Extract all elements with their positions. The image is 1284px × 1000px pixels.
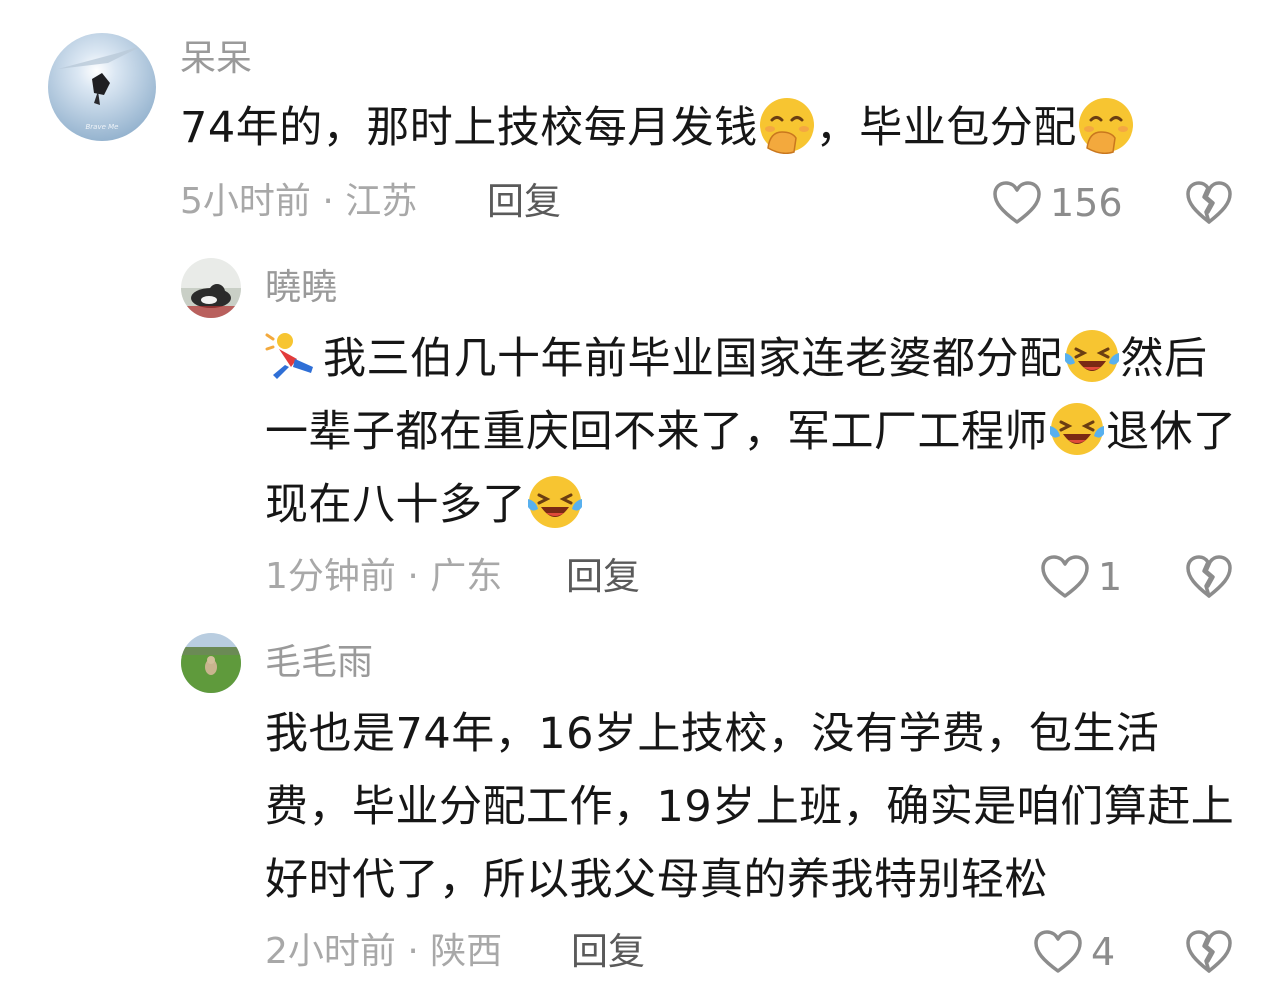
heart-outline-icon — [1034, 930, 1082, 973]
username[interactable]: 曉曉 — [265, 268, 337, 308]
comment-text-segment: ，毕业包分配 — [815, 103, 1077, 153]
comment-meta: 1分钟前 · 广东 — [265, 556, 503, 597]
avatar-dog-grass-photo — [181, 633, 241, 693]
like-count: 156 — [1050, 181, 1123, 225]
broken-heart-icon — [1186, 181, 1232, 224]
heart-outline-icon — [993, 181, 1041, 224]
covering-mouth-emoji — [758, 96, 816, 155]
like-count: 4 — [1091, 930, 1116, 974]
covering-mouth-emoji — [1077, 96, 1135, 155]
reply-button[interactable]: 回复 — [571, 932, 645, 972]
broken-heart-icon — [1186, 555, 1232, 598]
avatar-cat-photo — [181, 258, 241, 318]
comment-text: 74年的，那时上技校每月发钱 ，毕业包分配 — [180, 92, 1240, 165]
comment-text-segment: 我三伯几十年前毕业国家连老婆都分配 — [323, 334, 1063, 384]
dislike-button[interactable] — [1185, 554, 1233, 604]
like-button[interactable]: 1 — [1040, 554, 1122, 600]
like-count: 1 — [1098, 555, 1123, 599]
comment-text-segment: 我也是74年，16岁上技校，没有学费，包生活费，毕业分配工作，19岁上班，确实是… — [265, 709, 1235, 905]
avatar-sky-photo: Brave Me — [48, 33, 156, 141]
crying-laughing-emoji — [526, 473, 584, 531]
falling-person-emoji — [265, 327, 323, 385]
reply-button[interactable]: 回复 — [487, 182, 561, 222]
avatar[interactable] — [181, 258, 241, 318]
like-button[interactable]: 4 — [1033, 929, 1115, 975]
crying-laughing-emoji — [1063, 327, 1121, 385]
username[interactable]: 呆呆 — [180, 39, 252, 79]
heart-outline-icon — [1041, 555, 1089, 598]
comment-text: 我三伯几十年前毕业国家连老婆都分配 然后一辈子都在重庆回不来了，军工厂工程师 退休了… — [265, 323, 1250, 542]
broken-heart-icon — [1186, 930, 1232, 973]
dislike-button[interactable] — [1185, 180, 1233, 230]
comment-text-segment: 74年的，那时上技校每月发钱 — [180, 103, 758, 153]
username[interactable]: 毛毛雨 — [265, 643, 373, 683]
comment-text: 我也是74年，16岁上技校，没有学费，包生活费，毕业分配工作，19岁上班，确实是… — [265, 698, 1235, 917]
like-button[interactable]: 156 — [992, 180, 1123, 226]
avatar[interactable]: Brave Me — [48, 33, 156, 141]
crying-laughing-emoji — [1048, 400, 1106, 458]
reply-button[interactable]: 回复 — [566, 557, 640, 597]
avatar[interactable] — [181, 633, 241, 693]
dislike-button[interactable] — [1185, 929, 1233, 979]
comment-meta: 5小时前 · 江苏 — [180, 181, 418, 222]
comment-meta: 2小时前 · 陕西 — [265, 931, 503, 972]
svg-text:Brave Me: Brave Me — [86, 123, 119, 131]
